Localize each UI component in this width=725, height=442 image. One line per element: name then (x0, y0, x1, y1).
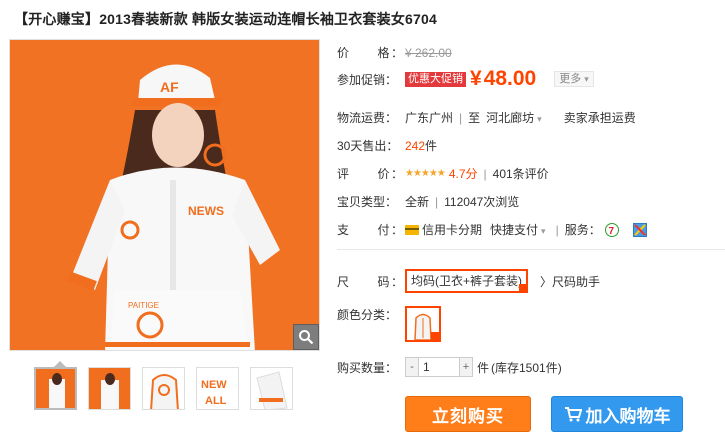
payment-row: 支 付： 信用卡分期 快捷支付 ▾ | 服务： 7 (337, 221, 647, 238)
sales-label: 30天售出： (337, 139, 399, 153)
svg-text:7: 7 (608, 226, 614, 237)
add-to-cart-label: 加入购物车 (585, 406, 671, 426)
color-label: 颜色分类： (337, 308, 398, 322)
shipping-label: 物流运费： (337, 111, 398, 125)
buy-now-label: 立刻购买 (432, 406, 504, 426)
promo-row: 参加促销： 优惠大促销 ¥ 48.00 更多 ▾ (337, 67, 594, 91)
buy-now-button[interactable]: 立刻购买 (405, 396, 531, 432)
size-option-text: 均码(卫衣+裤子套装) (411, 274, 523, 288)
size-helper-label: 尺码助手 (552, 274, 601, 289)
sales-count: 242 (405, 138, 426, 153)
color-option-selected[interactable] (405, 306, 441, 342)
credit-card-icon (405, 224, 419, 235)
type-label: 宝贝类型： (337, 195, 398, 209)
payment-label: 支 付： (337, 223, 405, 237)
svg-text:ALL: ALL (205, 395, 227, 407)
star-rating-icon: ★★★★★ (405, 168, 446, 179)
selected-corner-icon (519, 284, 529, 293)
thumbnail-2[interactable] (88, 367, 131, 410)
svg-text:NEWS: NEWS (188, 204, 224, 218)
divider: | (555, 222, 559, 237)
divider: | (435, 194, 439, 209)
rating-row: 评 价： ★★★★★ 4.7分 | 401条评价 (337, 165, 549, 182)
add-to-cart-button[interactable]: 加入购物车 (551, 396, 683, 432)
svg-text:PAITIGE: PAITIGE (128, 301, 159, 310)
ship-to-word: 至 (468, 111, 481, 125)
selected-corner-icon (431, 332, 439, 340)
svg-text:NEW: NEW (201, 379, 227, 391)
carrier-note: 卖家承担运费 (563, 111, 636, 125)
main-product-image[interactable]: AF NEWS PAITIGE (9, 39, 320, 351)
quantity-label: 购买数量： (337, 360, 398, 375)
rating-score: 4.7分 (448, 167, 478, 181)
ship-from: 广东广州 (405, 111, 454, 125)
quantity-input[interactable] (418, 358, 460, 376)
more-label: 更多 (559, 73, 582, 85)
thumbnail-5[interactable] (250, 367, 293, 410)
quantity-increase-button[interactable]: + (460, 358, 472, 376)
promo-badge[interactable]: 优惠大促销 (405, 71, 466, 87)
section-divider (337, 249, 725, 250)
thumbnail-3[interactable] (142, 367, 185, 410)
type-row: 宝贝类型： 全新 | 112047次浏览 (337, 193, 519, 210)
zoom-button[interactable] (293, 324, 319, 350)
quick-pay-select[interactable]: 快捷支付 ▾ (490, 221, 546, 238)
guarantee-icon[interactable] (632, 222, 647, 237)
chevron-right-icon: 〉 (540, 274, 553, 289)
quantity-stepper: - + (405, 357, 473, 377)
size-row: 尺 码： 均码(卫衣+裤子套装) 〉尺码助手 (337, 269, 600, 293)
credit-installment[interactable]: 信用卡分期 (422, 221, 482, 238)
cart-icon (564, 407, 582, 422)
ship-to: 河北廊坊 (486, 111, 535, 125)
magnifier-icon (299, 330, 314, 345)
divider: | (483, 166, 487, 181)
condition: 全新 (405, 195, 430, 209)
quantity-decrease-button[interactable]: - (406, 358, 418, 376)
chevron-down-icon: ▾ (584, 74, 589, 84)
promo-label: 参加促销： (337, 72, 398, 87)
divider: | (459, 110, 463, 125)
chevron-down-icon: ▾ (541, 226, 546, 236)
sales-unit: 件 (425, 139, 438, 153)
quantity-row: 购买数量： - + 件 (库存1501件) (337, 357, 562, 377)
quantity-unit: 件 (477, 360, 490, 375)
original-price: ¥ 262.00 (405, 45, 452, 60)
thumbnail-strip: NEW ALL (34, 367, 304, 410)
shipping-row: 物流运费： 广东广州 | 至 河北廊坊 ▾ 卖家承担运费 (337, 109, 636, 126)
currency-symbol: ¥ (470, 67, 482, 90)
more-promos-button[interactable]: 更多 ▾ (554, 71, 594, 87)
color-row: 颜色分类： (337, 306, 405, 323)
thumbnail-1[interactable] (34, 367, 77, 410)
stock-count: (库存1501件) (491, 360, 562, 375)
price-label: 价 格： (337, 46, 405, 60)
service-label: 服务： (564, 223, 601, 237)
product-photo-illustration: AF NEWS PAITIGE (10, 40, 319, 350)
chevron-down-icon: ▾ (537, 114, 542, 124)
promo-price: 48.00 (483, 67, 537, 90)
size-option-selected[interactable]: 均码(卫衣+裤子套装) (405, 269, 529, 293)
svg-text:AF: AF (160, 79, 179, 95)
size-label: 尺 码： (337, 274, 405, 289)
price-row: 价 格： ¥ 262.00 (337, 44, 452, 61)
product-title: 【开心赚宝】2013春装新款 韩版女装运动连帽长袖卫衣套装女6704 (14, 11, 437, 27)
ship-to-select[interactable]: 河北廊坊 ▾ (486, 109, 542, 126)
size-helper-link[interactable]: 〉尺码助手 (540, 273, 600, 290)
view-count: 112047次浏览 (444, 195, 520, 209)
review-count-link[interactable]: 401条评价 (493, 165, 549, 182)
thumbnail-4[interactable]: NEW ALL (196, 367, 239, 410)
rating-label: 评 价： (337, 167, 405, 181)
quick-pay: 快捷支付 (490, 223, 539, 237)
seven-day-return-icon[interactable]: 7 (604, 222, 619, 237)
sales-row: 30天售出： 242 件 (337, 137, 437, 154)
